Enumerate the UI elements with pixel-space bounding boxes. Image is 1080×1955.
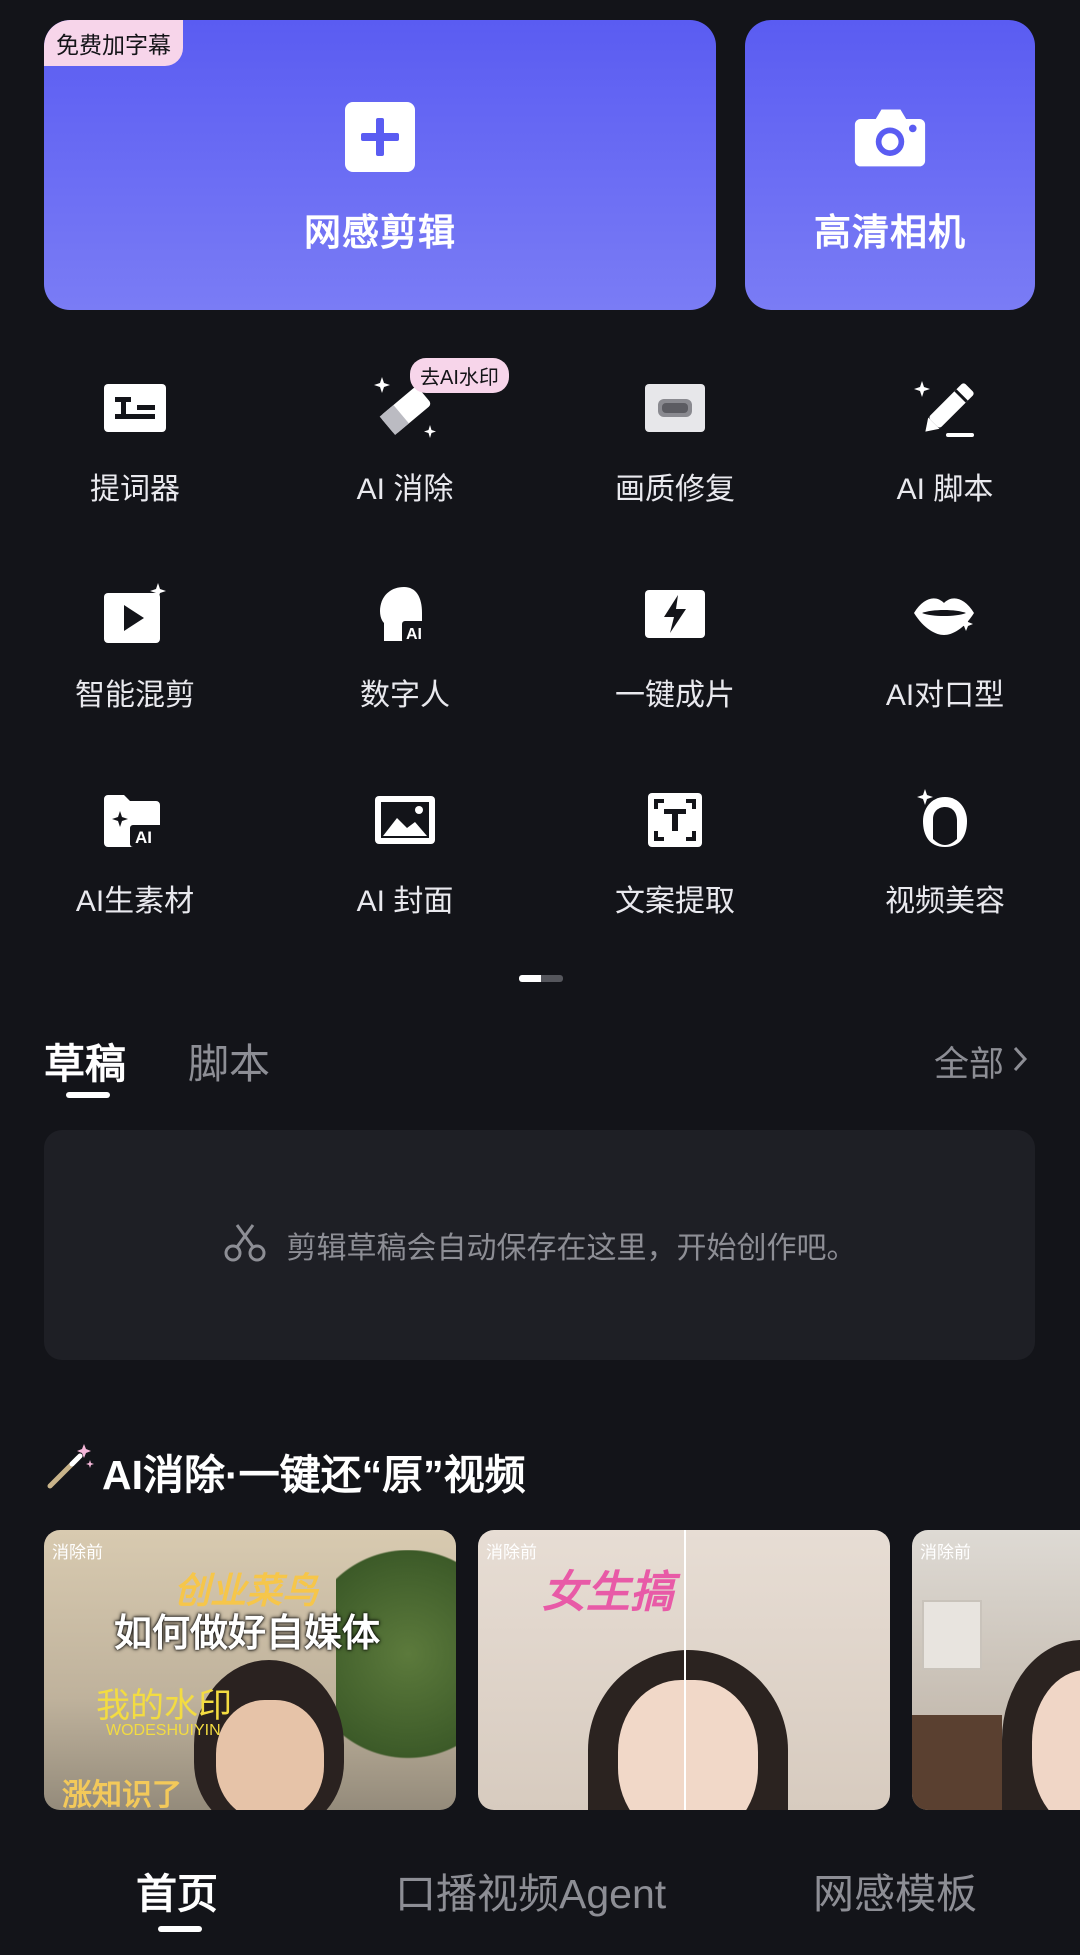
folder-ai-icon: AI: [97, 782, 173, 858]
beauty-icon: [907, 782, 983, 858]
bottom-navigation: 首页 口播视频Agent 网感模板: [0, 1810, 1080, 1955]
draft-empty-text: 剪辑草稿会自动保存在这里，开始创作吧。: [286, 1232, 857, 1265]
thumbnail-caption: 如何做好自媒体: [114, 1613, 381, 1655]
ai-erase-section-title-text: AI消除·一键还“原”视频: [102, 1452, 526, 1498]
watermark-subtext: WODESHUIYIN: [106, 1722, 221, 1739]
tool-label: 画质修复: [615, 473, 735, 506]
tab-script-label: 脚本: [188, 1041, 270, 1087]
shelf-decoration: [922, 1600, 982, 1670]
tool-label: 视频美容: [885, 885, 1005, 918]
tool-label: 智能混剪: [75, 679, 195, 712]
table-decoration: [912, 1715, 1002, 1810]
draft-empty-state: 剪辑草稿会自动保存在这里，开始创作吧。: [44, 1130, 1035, 1360]
nav-home[interactable]: 首页: [136, 1860, 218, 1932]
tool-label: 一键成片: [615, 679, 735, 712]
tool-label: AI生素材: [75, 885, 195, 918]
tool-video-beauty[interactable]: 视频美容: [810, 772, 1080, 978]
hd-camera-card[interactable]: 高清相机: [745, 20, 1035, 310]
web-edit-card[interactable]: 免费加字幕 网感剪辑: [44, 20, 716, 310]
free-subtitle-badge: 免费加字幕: [44, 20, 183, 66]
tool-one-click[interactable]: 一键成片: [540, 566, 810, 772]
page-dot-inactive: [541, 975, 563, 982]
tool-ai-material[interactable]: AI AI生素材: [0, 772, 270, 978]
example-video-thumbnail[interactable]: 消除前 女生搞: [478, 1530, 890, 1810]
tool-teleprompter[interactable]: 提词器: [0, 360, 270, 566]
person-face: [618, 1680, 758, 1810]
example-video-thumbnail[interactable]: 消除前: [912, 1530, 1080, 1810]
tool-smart-mix[interactable]: 智能混剪: [0, 566, 270, 772]
example-video-thumbnail[interactable]: 消除前 创业菜鸟 如何做好自媒体 我的水印 WODESHUIYIN 涨知识了: [44, 1530, 456, 1810]
tool-lip-sync[interactable]: AI对口型: [810, 566, 1080, 772]
thumbnail-caption: 女生搞: [542, 1568, 674, 1617]
tool-ai-erase[interactable]: 去AI水印 AI 消除: [270, 358, 540, 566]
plus-square-icon: [343, 100, 417, 174]
tool-label: AI对口型: [885, 679, 1005, 712]
tool-label: AI 脚本: [896, 473, 994, 506]
ai-erase-thumbnails: 消除前 创业菜鸟 如何做好自媒体 我的水印 WODESHUIYIN 涨知识了 消…: [44, 1530, 1080, 1810]
page-dot-active: [519, 975, 541, 982]
svg-text:AI: AI: [406, 626, 422, 643]
lips-icon: [907, 576, 983, 652]
view-all-link[interactable]: 全部: [934, 1036, 1028, 1087]
watermark-text: 我的水印: [96, 1687, 232, 1725]
plant-decoration: [336, 1550, 456, 1810]
lightning-icon: [637, 576, 713, 652]
before-erase-tag: 消除前: [920, 1543, 971, 1562]
nav-template-label: 网感模板: [813, 1871, 977, 1917]
svg-text:AI: AI: [135, 828, 152, 847]
nav-home-label: 首页: [136, 1871, 218, 1917]
nav-active-underline: [158, 1926, 202, 1932]
draft-tabs: 草稿 脚本 全部: [44, 1030, 1036, 1100]
camera-icon: [853, 100, 927, 174]
tool-label: 文案提取: [615, 885, 735, 918]
image-icon: [367, 782, 443, 858]
chevron-right-icon: [1012, 1042, 1028, 1082]
digital-human-icon: AI: [367, 576, 443, 652]
tool-label: AI 消除: [356, 473, 454, 506]
tab-drafts-label: 草稿: [44, 1041, 126, 1087]
magic-wand-icon: [44, 1440, 96, 1502]
ai-erase-section-title: AI消除·一键还“原”视频: [44, 1440, 526, 1502]
tool-label: 提词器: [90, 473, 180, 506]
tab-active-underline: [66, 1092, 110, 1098]
hd-camera-label: 高清相机: [814, 212, 966, 253]
remove-ai-watermark-badge: 去AI水印: [410, 358, 509, 393]
grid-page-indicator: [519, 975, 563, 982]
scissors-icon: [223, 1223, 267, 1268]
before-erase-tag: 消除前: [52, 1543, 103, 1562]
thumbnail-caption: 涨知识了: [62, 1779, 182, 1810]
nav-templates[interactable]: 网感模板: [813, 1860, 977, 1920]
hd-icon: [637, 370, 713, 446]
tab-script[interactable]: 脚本: [188, 1030, 270, 1090]
tool-digital-human[interactable]: AI 数字人: [270, 566, 540, 772]
nav-voice-video-agent[interactable]: 口播视频Agent: [395, 1860, 666, 1920]
tool-label: AI 封面: [356, 885, 454, 918]
video-sparkle-icon: [97, 576, 173, 652]
text-extract-icon: [637, 782, 713, 858]
tool-grid: 提词器 去AI水印 AI 消除 画质修复 AI 脚本 智能混剪 AI 数字人 一…: [0, 358, 1080, 978]
tool-label: 数字人: [360, 679, 450, 712]
tool-ai-script[interactable]: AI 脚本: [810, 360, 1080, 566]
web-edit-label: 网感剪辑: [304, 212, 456, 253]
teleprompter-icon: [97, 370, 173, 446]
tool-quality-repair[interactable]: 画质修复: [540, 360, 810, 566]
view-all-label: 全部: [933, 1045, 1004, 1084]
before-after-divider: [684, 1530, 686, 1810]
nav-agent-label: 口播视频Agent: [395, 1871, 667, 1917]
tab-drafts[interactable]: 草稿: [44, 1030, 126, 1098]
tool-text-extract[interactable]: 文案提取: [540, 772, 810, 978]
home-screen: 免费加字幕 网感剪辑 高清相机 提词器 去AI水印 AI 消除 画质修复 AI …: [0, 0, 1080, 1955]
tool-ai-cover[interactable]: AI 封面: [270, 772, 540, 978]
pen-sparkle-icon: [907, 370, 983, 446]
before-erase-tag: 消除前: [486, 1543, 537, 1562]
